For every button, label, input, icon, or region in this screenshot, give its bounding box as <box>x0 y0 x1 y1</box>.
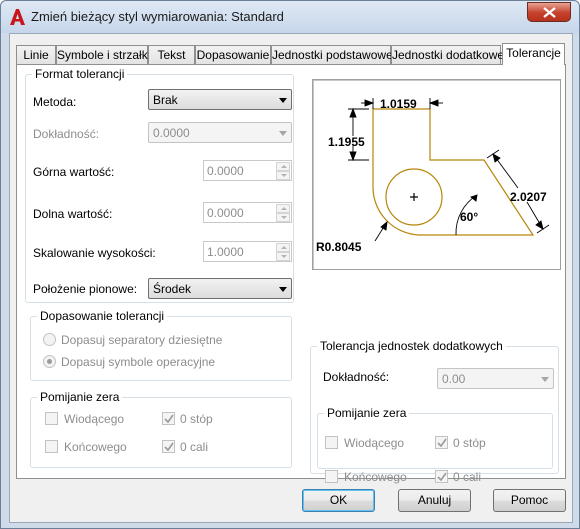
height-scale-spinner[interactable]: 1.0000 <box>203 241 292 262</box>
alt-zero-inches-label: 0 cali <box>453 470 482 484</box>
method-dropdown[interactable]: Brak <box>148 89 292 110</box>
lower-value-spinner[interactable]: 0.0000 <box>203 202 292 223</box>
checkmark-icon <box>437 472 447 482</box>
dim-left-text: 1.1955 <box>328 135 365 149</box>
dimension-preview: 1.0159 1.1955 2.0207 60° R0.8045 <box>312 79 561 270</box>
alt-precision-value: 0.00 <box>442 372 466 386</box>
tab-symbole[interactable]: Symbole i strzałki <box>56 45 151 64</box>
align-decimal-label: Dopasuj separatory dziesiętne <box>61 333 223 347</box>
vertical-position-value: Środek <box>153 282 192 296</box>
tab-label: Jednostki podstawowe <box>272 48 393 62</box>
tolerance-alignment-group: Dopasowanie tolerancji <box>30 309 292 381</box>
lower-value-label: Dolna wartość: <box>33 207 113 221</box>
part-outline <box>372 108 535 236</box>
leading-zero-checkbox[interactable] <box>45 412 58 425</box>
group-title: Tolerancja jednostek dodatkowych <box>317 339 506 353</box>
leading-zero-label: Wiodącego <box>64 412 125 426</box>
precision-value: 0.0000 <box>153 126 190 140</box>
spin-up-icon[interactable] <box>276 204 290 213</box>
alt-zero-feet-label: 0 stóp <box>453 436 486 450</box>
zero-inches-checkbox[interactable] <box>162 440 175 453</box>
dim-angle-text: 60° <box>460 210 478 224</box>
tab-label: Symbole i strzałki <box>57 48 151 62</box>
group-title: Format tolerancji <box>32 67 128 81</box>
method-label: Metoda: <box>33 95 77 109</box>
alt-zero-feet-checkbox[interactable] <box>435 436 448 449</box>
height-scale-value: 1.0000 <box>207 245 244 259</box>
method-value: Brak <box>153 93 178 107</box>
dim-right-text: 2.0207 <box>510 190 547 204</box>
lower-value: 0.0000 <box>207 206 244 220</box>
alt-trailing-zero-label: Końcowego <box>344 470 407 484</box>
dim-top-text: 1.0159 <box>380 97 417 111</box>
alt-leading-zero-checkbox[interactable] <box>325 436 338 449</box>
alt-precision-label: Dokładność: <box>323 370 390 384</box>
tolerance-tab-panel: Format tolerancji Metoda: Brak Dokładnoś… <box>16 64 566 484</box>
window-title: Zmień bieżący styl wymiarowania: Standar… <box>31 9 284 24</box>
checkmark-icon <box>164 414 174 424</box>
group-title: Dopasowanie tolerancji <box>37 309 168 323</box>
tab-label: Dopasowanie <box>196 48 270 62</box>
alt-trailing-zero-checkbox[interactable] <box>325 470 338 483</box>
alt-precision-dropdown[interactable]: 0.00 <box>437 368 554 389</box>
tab-label: Tolerancje <box>506 46 561 60</box>
autocad-app-icon <box>10 9 25 25</box>
tab-label: Jednostki dodatkowe <box>392 48 505 62</box>
checkmark-icon <box>437 438 447 448</box>
dropdown-arrow-icon <box>279 98 287 103</box>
dropdown-arrow-icon <box>541 377 549 382</box>
tab-dopasowanie[interactable]: Dopasowanie <box>195 45 271 64</box>
tab-jednostki-podstawowe[interactable]: Jednostki podstawowe <box>271 45 393 64</box>
help-button[interactable]: Pomoc <box>493 489 566 512</box>
vertical-position-dropdown[interactable]: Środek <box>148 278 292 299</box>
zero-suppression-group: Pomijanie zera <box>30 390 292 468</box>
align-decimal-radio[interactable] <box>43 333 56 346</box>
spin-down-icon[interactable] <box>276 171 290 180</box>
ok-button[interactable]: OK <box>302 489 375 512</box>
precision-label: Dokładność: <box>33 127 100 141</box>
precision-dropdown[interactable]: 0.0000 <box>148 122 292 143</box>
upper-value-label: Górna wartość: <box>33 165 115 179</box>
spin-up-icon[interactable] <box>276 243 290 252</box>
upper-value-spinner[interactable]: 0.0000 <box>203 160 292 181</box>
tab-label: Linie <box>23 48 49 62</box>
trailing-zero-label: Końcowego <box>64 440 127 454</box>
tab-tolerancje[interactable]: Tolerancje <box>502 43 565 65</box>
tab-linie[interactable]: Linie <box>16 45 56 64</box>
preview-drawing: 1.0159 1.1955 2.0207 60° R0.8045 <box>316 97 550 254</box>
alt-leading-zero-label: Wiodącego <box>344 436 405 450</box>
vertical-position-label: Położenie pionowe: <box>33 282 138 296</box>
dimension-lines <box>348 98 550 242</box>
zero-feet-checkbox[interactable] <box>162 412 175 425</box>
trailing-zero-checkbox[interactable] <box>45 440 58 453</box>
group-title: Pomijanie zera <box>324 406 410 420</box>
upper-value: 0.0000 <box>207 164 244 178</box>
close-button[interactable] <box>527 2 571 22</box>
tab-tekst[interactable]: Tekst <box>148 45 195 64</box>
alt-zero-inches-checkbox[interactable] <box>435 470 448 483</box>
spin-down-icon[interactable] <box>276 213 290 222</box>
align-operator-label: Dopasuj symbole operacyjne <box>61 355 216 369</box>
zero-feet-label: 0 stóp <box>180 412 213 426</box>
cancel-button[interactable]: Anuluj <box>398 489 471 512</box>
zero-inches-label: 0 cali <box>180 440 209 454</box>
spin-up-icon[interactable] <box>276 162 290 171</box>
dropdown-arrow-icon <box>279 287 287 292</box>
title-bar[interactable]: Zmień bieżący styl wymiarowania: Standar… <box>1 1 579 33</box>
spin-down-icon[interactable] <box>276 252 290 261</box>
tab-jednostki-dodatkowe[interactable]: Jednostki dodatkowe <box>391 45 505 64</box>
dialog-body: Linie Symbole i strzałki Tekst Dopasowan… <box>9 33 573 523</box>
dropdown-arrow-icon <box>279 131 287 136</box>
dim-radius-text: R0.8045 <box>316 240 362 254</box>
align-operator-radio[interactable] <box>43 355 56 368</box>
close-icon <box>543 7 556 18</box>
group-title: Pomijanie zera <box>37 390 123 404</box>
checkmark-icon <box>164 442 174 452</box>
height-scale-label: Skalowanie wysokości: <box>33 246 156 260</box>
dialog-window: Zmień bieżący styl wymiarowania: Standar… <box>0 0 580 529</box>
tab-label: Tekst <box>157 48 186 62</box>
